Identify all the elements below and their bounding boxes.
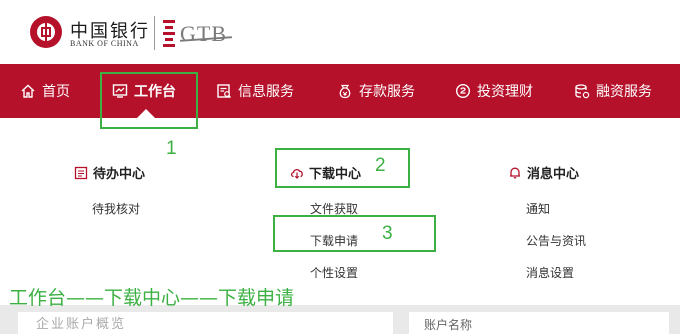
bank-name-en: BANK OF CHINA [70,39,139,48]
menu-item-personal-settings[interactable]: 个性设置 [310,264,358,281]
nav-label-financing: 融资服务 [596,84,652,100]
menu-item-announcements[interactable]: 公告与资讯 [526,232,586,249]
annotation-step-2: 2 [375,155,386,176]
annotation-box-download-center [275,148,410,188]
page-header: 中国银行 BANK OF CHINA GTB [0,0,680,64]
menu-item-pending-check[interactable]: 待我核对 [92,200,140,217]
investment-icon [455,83,471,99]
home-icon [20,83,36,99]
column-message-center[interactable]: 消息中心 [508,163,579,182]
bank-of-china-logo[interactable] [30,16,62,48]
menu-item-message-settings[interactable]: 消息设置 [526,264,574,281]
nav-item-deposit[interactable]: 存款服务 [337,64,415,118]
column-title-message: 消息中心 [527,167,580,182]
annotation-box-workbench [100,72,198,129]
nav-label-home: 首页 [42,84,70,100]
nav-label-info-service: 信息服务 [238,84,294,100]
nav-item-financing[interactable]: 融资服务 [574,64,652,118]
nav-item-info-service[interactable]: 信息服务 [216,64,294,118]
bell-icon [508,166,522,180]
logo-divider [154,16,155,50]
financing-icon [574,83,590,99]
nav-label-deposit: 存款服务 [359,84,415,100]
nav-item-home[interactable]: 首页 [20,64,70,118]
nav-label-investment: 投资理财 [477,84,533,100]
gtb-mark-icon [163,20,175,48]
content-left-title: 企业账户概览 [36,317,127,332]
todo-icon [74,166,88,180]
annotation-box-download-request [273,215,436,252]
annotation-caption: 工作台——下载中心——下载申请 [9,287,295,309]
menu-item-notice[interactable]: 通知 [526,200,550,217]
gtb-logo: GTB [180,21,227,46]
deposit-icon [337,83,353,99]
column-title-todo: 待办中心 [93,167,146,182]
info-service-icon [216,83,232,99]
nav-item-investment[interactable]: 投资理财 [455,64,533,118]
content-account-name-label: 账户名称 [424,318,473,332]
column-todo-center[interactable]: 待办中心 [74,163,145,182]
annotation-step-1: 1 [166,138,177,159]
annotation-step-3: 3 [382,223,393,244]
